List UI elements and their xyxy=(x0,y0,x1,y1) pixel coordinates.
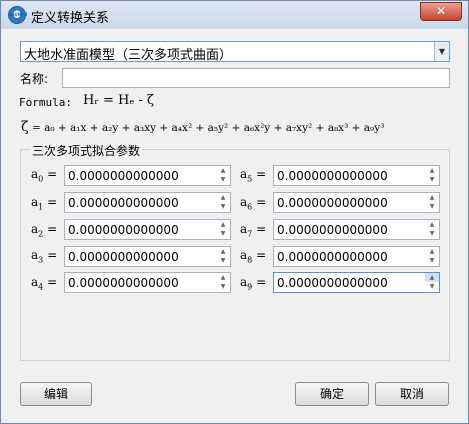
spinner[interactable]: ▲ ▼ xyxy=(425,247,439,266)
coef-label-a4: a4 = xyxy=(31,275,58,292)
spin-down-icon[interactable]: ▼ xyxy=(216,256,230,265)
coef-label-a3: a3 = xyxy=(31,248,58,265)
polynomial-formula: ζ = a₀ + a₁x + a₂y + a₃xy + a₄x² + a₅y² … xyxy=(21,119,384,135)
spin-up-icon[interactable]: ▲ xyxy=(216,166,230,175)
spin-up-icon[interactable]: ▲ xyxy=(216,273,230,282)
coef-label-a7: a7 = xyxy=(240,222,267,239)
name-input[interactable] xyxy=(62,68,450,88)
spin-up-icon[interactable]: ▲ xyxy=(425,247,439,256)
coef-input-a1[interactable]: 0.0000000000000 ▲ ▼ xyxy=(64,192,231,213)
coef-input-a2[interactable]: 0.0000000000000 ▲ ▼ xyxy=(64,219,231,240)
spinner[interactable]: ▲ ▼ xyxy=(216,193,230,212)
spin-up-icon[interactable]: ▲ xyxy=(216,193,230,202)
spinner[interactable]: ▲ ▼ xyxy=(216,166,230,185)
close-button[interactable]: ✕ xyxy=(420,2,462,21)
coef-input-a6[interactable]: 0.0000000000000 ▲ ▼ xyxy=(273,192,440,213)
spinner[interactable]: ▲ ▼ xyxy=(425,220,439,239)
edit-button[interactable]: 编辑 xyxy=(20,382,92,406)
cancel-button[interactable]: 取消 xyxy=(375,382,449,406)
model-select-value: 大地水准面模型（三次多项式曲面） xyxy=(24,48,233,63)
coef-input-a7[interactable]: 0.0000000000000 ▲ ▼ xyxy=(273,219,440,240)
coef-label-a8: a8 = xyxy=(240,248,267,265)
spinner[interactable]: ▲ ▼ xyxy=(425,166,439,185)
chevron-down-icon[interactable]: ▼ xyxy=(434,42,449,61)
coef-input-a4[interactable]: 0.0000000000000 ▲ ▼ xyxy=(64,272,231,293)
model-select[interactable]: 大地水准面模型（三次多项式曲面） ▼ xyxy=(20,41,450,63)
spinner[interactable]: ▲ ▼ xyxy=(425,273,439,292)
coef-input-a3[interactable]: 0.0000000000000 ▲ ▼ xyxy=(64,246,231,267)
coef-label-a5: a5 = xyxy=(240,167,267,184)
coef-label-a1: a1 = xyxy=(31,195,58,212)
coef-label-a6: a6 = xyxy=(240,195,267,212)
coef-input-a9[interactable]: 0.0000000000000 ▲ ▼ xyxy=(273,272,440,293)
ok-button[interactable]: 确定 xyxy=(295,382,369,406)
spinner[interactable]: ▲ ▼ xyxy=(216,220,230,239)
title-bar: LAUNCH 定义转换关系 ✕ xyxy=(1,1,468,29)
spin-down-icon[interactable]: ▼ xyxy=(425,229,439,238)
coef-input-a8[interactable]: 0.0000000000000 ▲ ▼ xyxy=(273,246,440,267)
dialog-window: LAUNCH 定义转换关系 ✕ 大地水准面模型（三次多项式曲面） ▼ 名称: F… xyxy=(0,0,469,424)
spin-up-icon[interactable]: ▲ xyxy=(425,166,439,175)
spin-up-icon[interactable]: ▲ xyxy=(216,247,230,256)
spinner[interactable]: ▲ ▼ xyxy=(216,247,230,266)
coef-input-a5[interactable]: 0.0000000000000 ▲ ▼ xyxy=(273,165,440,186)
coef-label-a2: a2 = xyxy=(31,222,58,239)
zeta-symbol: ζ xyxy=(21,119,29,135)
spinner[interactable]: ▲ ▼ xyxy=(425,193,439,212)
spin-down-icon[interactable]: ▼ xyxy=(216,229,230,238)
spin-down-icon[interactable]: ▼ xyxy=(425,175,439,184)
formula-expression: Hᵣ = Hₑ - ζ xyxy=(83,93,155,108)
polynomial-expression: = a₀ + a₁x + a₂y + a₃xy + a₄x² + a₅y² + … xyxy=(31,122,385,134)
spinner[interactable]: ▲ ▼ xyxy=(216,273,230,292)
coefficient-group-title: 三次多项式拟合参数 xyxy=(30,142,143,159)
spin-down-icon[interactable]: ▼ xyxy=(216,175,230,184)
spin-down-icon[interactable]: ▼ xyxy=(425,256,439,265)
spin-down-icon[interactable]: ▼ xyxy=(216,202,230,211)
spin-up-icon[interactable]: ▲ xyxy=(425,193,439,202)
spin-down-icon[interactable]: ▼ xyxy=(425,202,439,211)
spin-up-icon[interactable]: ▲ xyxy=(425,220,439,229)
spin-down-icon[interactable]: ▼ xyxy=(425,282,439,291)
coef-label-a0: a0 = xyxy=(31,167,58,184)
spin-down-icon[interactable]: ▼ xyxy=(216,282,230,291)
spin-up-icon[interactable]: ▲ xyxy=(216,220,230,229)
window-title: 定义转换关系 xyxy=(31,11,110,26)
coef-input-a0[interactable]: 0.0000000000000 ▲ ▼ xyxy=(64,165,231,186)
formula-label: Formula: xyxy=(19,96,72,109)
name-label: 名称: xyxy=(20,72,49,86)
app-logo-icon: LAUNCH xyxy=(8,6,27,24)
coef-label-a9: a9 = xyxy=(240,275,267,292)
spin-up-icon[interactable]: ▲ xyxy=(425,273,439,282)
